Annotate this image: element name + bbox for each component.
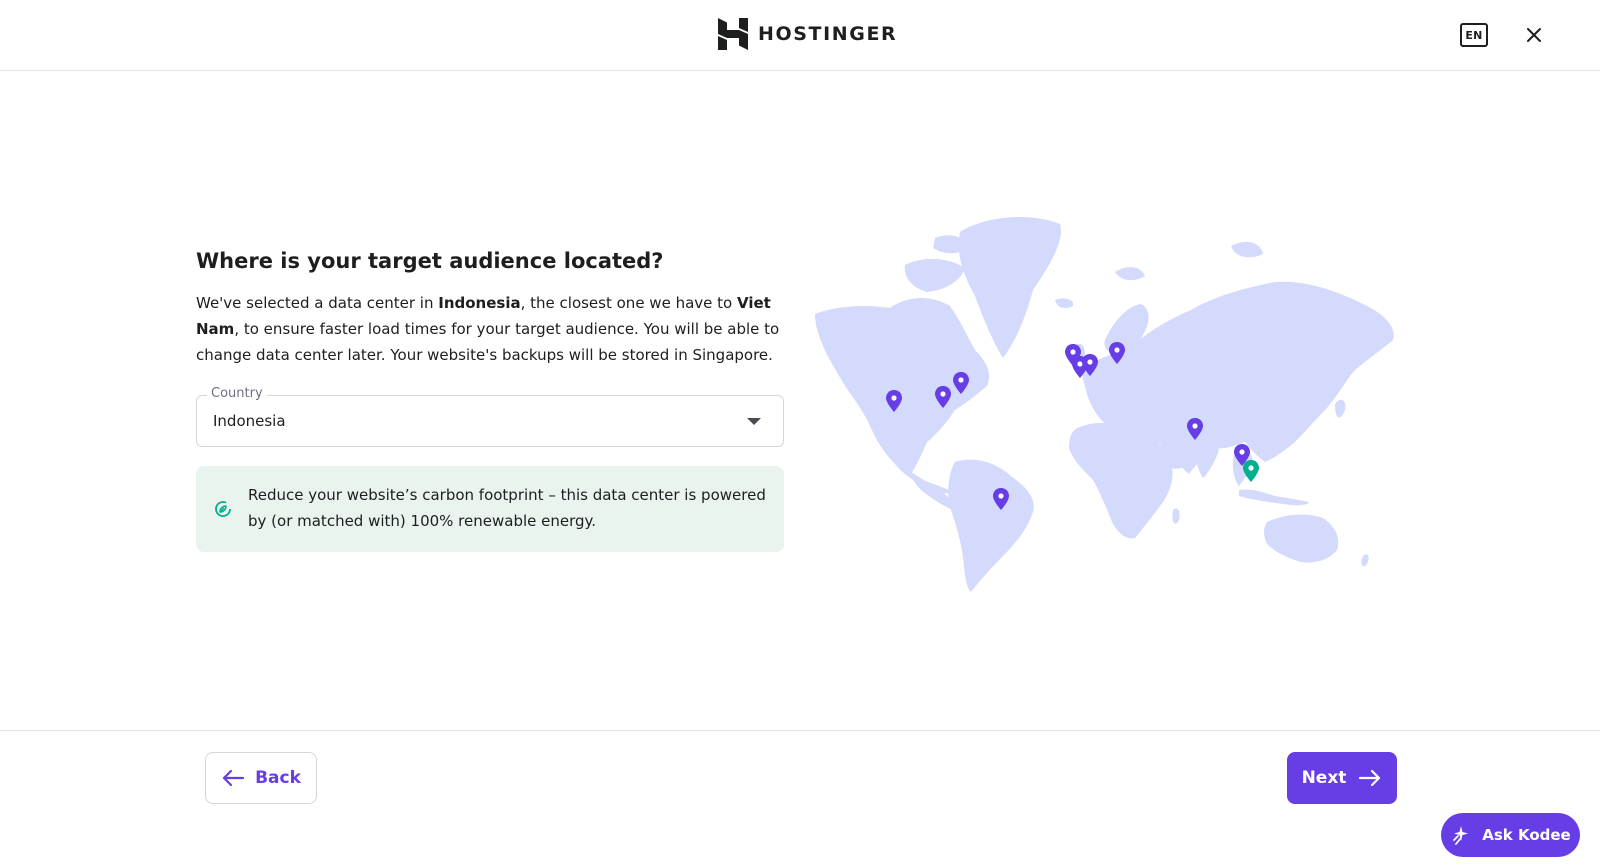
hostinger-logo-icon <box>718 18 748 50</box>
next-button[interactable]: Next <box>1287 752 1397 804</box>
eco-notice: Reduce your website’s carbon footprint –… <box>196 466 784 552</box>
datacenter-description: We've selected a data center in Indonesi… <box>196 294 780 364</box>
sparkle-icon <box>1453 826 1469 845</box>
leaf-icon <box>215 501 231 517</box>
brand-name: HOSTINGER <box>758 23 898 45</box>
footer-divider <box>0 730 1600 731</box>
next-button-label: Next <box>1301 768 1347 788</box>
country-select[interactable]: Country Indonesia <box>196 386 784 447</box>
language-button[interactable]: EN <box>1460 23 1488 47</box>
back-button[interactable]: Back <box>205 752 317 804</box>
selected-map-pin-icon[interactable] <box>1243 460 1259 482</box>
ask-kodee-label: Ask Kodee <box>1482 826 1571 844</box>
chevron-down-icon <box>747 418 761 425</box>
eco-notice-text: Reduce your website’s carbon footprint –… <box>248 486 766 530</box>
country-select-value: Indonesia <box>213 412 286 430</box>
arrow-left-icon <box>222 769 245 787</box>
world-map-land <box>815 217 1394 592</box>
country-select-label: Country <box>207 386 267 401</box>
back-button-label: Back <box>255 768 301 788</box>
ask-kodee-button[interactable]: Ask Kodee <box>1441 813 1580 857</box>
close-icon[interactable] <box>1524 25 1544 45</box>
selected-datacenter: Indonesia <box>438 294 521 312</box>
world-map <box>815 217 1394 592</box>
hostinger-logo[interactable]: HOSTINGER <box>718 18 897 50</box>
page-title: Where is your target audience located? <box>196 249 664 273</box>
top-bar: HOSTINGER EN <box>0 0 1600 71</box>
arrow-right-icon <box>1359 769 1381 787</box>
